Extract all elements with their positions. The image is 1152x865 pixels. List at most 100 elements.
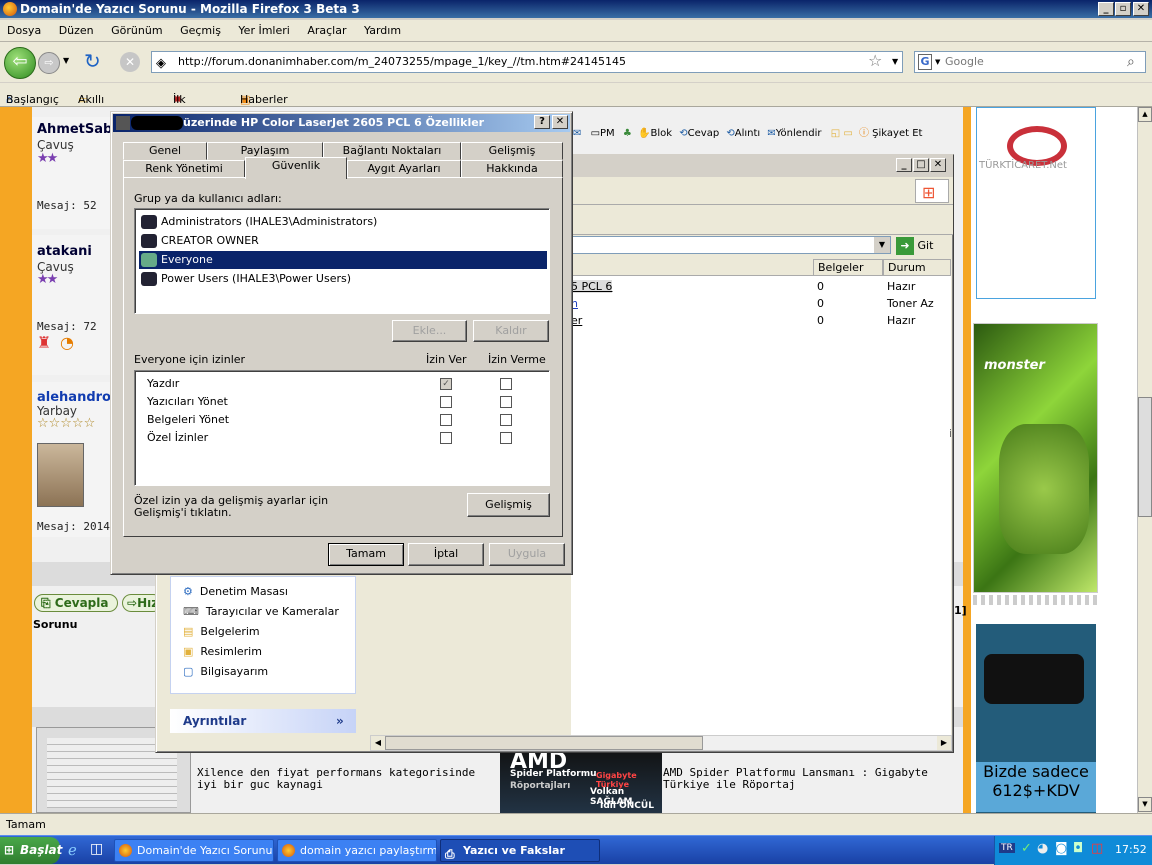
url-bar[interactable]: ◈ http://forum.donanimhaber.com/m_240732…: [151, 51, 903, 73]
taskbar-printers-active[interactable]: ⎙ Yazıcı ve Fakslar: [440, 839, 600, 862]
ie-icon[interactable]: ℯ: [68, 841, 77, 859]
dialog-close-button[interactable]: ✕: [552, 115, 568, 129]
user-list-item[interactable]: CREATOR OWNER: [139, 232, 547, 250]
help-button[interactable]: ?: [534, 115, 550, 129]
reload-icon[interactable]: ↻: [84, 49, 101, 73]
user-list-item[interactable]: Administrators (IHALE3\Administrators): [139, 213, 547, 231]
details-panel-header[interactable]: Ayrıntılar »: [170, 709, 356, 733]
scroll-up-arrow-icon[interactable]: ▲: [1138, 107, 1152, 122]
username-link[interactable]: alehandro: [37, 390, 111, 405]
clock[interactable]: 17:52: [1115, 843, 1147, 856]
close-button[interactable]: ✕: [1133, 2, 1149, 16]
quote-link[interactable]: ⟲Alıntı: [726, 128, 760, 139]
deny-print-checkbox[interactable]: [500, 378, 512, 390]
engine-dropdown-icon[interactable]: ▼: [935, 52, 940, 72]
menu-edit[interactable]: Düzen: [52, 20, 101, 42]
menu-view[interactable]: Görünüm: [104, 20, 169, 42]
google-engine-icon[interactable]: G: [918, 54, 932, 70]
pm-link[interactable]: ▭PM: [591, 128, 615, 139]
ad-projector[interactable]: Bizde sadece 612$+KDV: [976, 624, 1096, 813]
allow-print-checkbox[interactable]: ✓: [440, 378, 452, 390]
horizontal-scrollbar[interactable]: ◀ ▶: [370, 735, 952, 751]
printers-close-button[interactable]: ✕: [930, 158, 946, 172]
col-docs[interactable]: Belgeler: [813, 259, 883, 276]
page-scrollbar[interactable]: ▲ ▼: [1137, 107, 1152, 813]
username-link[interactable]: AhmetSab: [37, 122, 112, 137]
user-list-item[interactable]: Power Users (IHALE3\Power Users): [139, 270, 547, 288]
deny-manage-printers-checkbox[interactable]: [500, 396, 512, 408]
apply-button[interactable]: Uygula: [489, 543, 565, 566]
tab-advanced[interactable]: Gelişmiş: [461, 142, 563, 160]
printer-row-name[interactable]: 5 PCL 6: [571, 280, 613, 293]
scroll-right-arrow-icon[interactable]: ▶: [937, 736, 951, 750]
scroll-left-arrow-icon[interactable]: ◀: [371, 736, 385, 750]
search-input[interactable]: G ▼ Google ⌕: [914, 51, 1146, 73]
taskbar-firefox-2[interactable]: domain yazıcı paylaştırm...: [277, 839, 437, 862]
menu-tools[interactable]: Araçlar: [300, 20, 353, 42]
antivirus-icon[interactable]: ◫: [1091, 841, 1103, 856]
task-scanners[interactable]: ⌨ Tarayıcılar ve Kameralar: [183, 605, 339, 618]
scroll-down-arrow-icon[interactable]: ▼: [1138, 797, 1152, 812]
forward-arrow-icon[interactable]: ⇨: [38, 52, 60, 74]
maximize-button[interactable]: ▫: [1115, 2, 1131, 16]
ad-link-1[interactable]: Xilence den fiyat performans kategorisin…: [197, 767, 497, 791]
tab-general[interactable]: Genel: [123, 142, 207, 160]
ok-button[interactable]: Tamam: [328, 543, 404, 566]
tab-device-settings[interactable]: Aygıt Ayarları: [347, 160, 461, 178]
username-link[interactable]: atakani: [37, 244, 92, 259]
printers-minimize-button[interactable]: _: [896, 158, 912, 172]
user-list[interactable]: Administrators (IHALE3\Administrators) C…: [134, 208, 550, 314]
block-link[interactable]: ✋Blok: [638, 128, 672, 139]
report-link[interactable]: ⓘ Şikayet Et: [859, 128, 922, 139]
task-my-documents[interactable]: ▤ Belgelerim: [183, 625, 260, 638]
chevron-down-icon[interactable]: »: [336, 709, 344, 733]
taskbar-firefox-1[interactable]: Domain'de Yazıcı Sorunu ...: [114, 839, 274, 862]
deny-special-checkbox[interactable]: [500, 432, 512, 444]
minimize-button[interactable]: _: [1098, 2, 1114, 16]
history-dropdown-icon[interactable]: ▼: [63, 56, 69, 65]
advanced-button[interactable]: Gelişmiş: [467, 493, 550, 517]
magnifier-icon[interactable]: ⌕: [1127, 52, 1135, 72]
col-name[interactable]: [571, 259, 813, 276]
url-dropdown-icon[interactable]: ▼: [892, 52, 898, 72]
hscroll-thumb[interactable]: [385, 736, 703, 750]
shield-icon[interactable]: ✓: [1021, 841, 1032, 856]
task-control-panel[interactable]: ⚙ Denetim Masası: [183, 585, 288, 598]
forward-link[interactable]: ✉Yönlendir: [767, 128, 821, 139]
volume-icon[interactable]: ◘: [1073, 841, 1083, 856]
star-icon[interactable]: ☆: [868, 51, 882, 71]
task-my-computer[interactable]: ▢ Bilgisayarım: [183, 665, 268, 678]
stop-icon[interactable]: ✕: [120, 52, 140, 72]
user-list-item-selected[interactable]: Everyone: [139, 251, 547, 269]
ad-monster[interactable]: monster: [973, 323, 1098, 593]
menu-file[interactable]: Dosya: [0, 20, 48, 42]
cancel-button[interactable]: İptal: [408, 543, 484, 566]
ad-link-2[interactable]: AMD Spider Platformu Lansmanı : Gigabyte…: [663, 767, 958, 791]
scroll-thumb[interactable]: [1138, 397, 1152, 517]
show-desktop-icon[interactable]: ◫: [90, 841, 103, 857]
amd-image[interactable]: AMD Spider Platformu Röportajları Gigaby…: [500, 747, 662, 813]
app-tray-icon[interactable]: ◙: [1055, 841, 1068, 856]
allow-special-checkbox[interactable]: [440, 432, 452, 444]
tab-about[interactable]: Hakkında: [461, 160, 563, 178]
menu-history[interactable]: Geçmiş: [173, 20, 228, 42]
start-button[interactable]: ⊞ Başlat: [0, 837, 62, 864]
printers-maximize-button[interactable]: □: [913, 158, 929, 172]
deny-manage-docs-checkbox[interactable]: [500, 414, 512, 426]
allow-manage-printers-checkbox[interactable]: [440, 396, 452, 408]
add-button[interactable]: Ekle...: [392, 320, 467, 342]
menu-help[interactable]: Yardım: [357, 20, 408, 42]
tab-security[interactable]: Güvenlik: [245, 157, 347, 179]
back-arrow-icon[interactable]: ⇦: [4, 47, 36, 79]
task-my-pictures[interactable]: ▣ Resimlerim: [183, 645, 262, 658]
go-button[interactable]: ➜ Git: [896, 236, 946, 256]
address-input[interactable]: ▼: [571, 236, 891, 254]
tab-color-management[interactable]: Renk Yönetimi: [123, 160, 245, 178]
ad-turkticaret[interactable]: TÜRKTİCARET.Net: [976, 107, 1096, 299]
remove-button[interactable]: Kaldır: [473, 320, 549, 342]
allow-manage-docs-checkbox[interactable]: [440, 414, 452, 426]
language-indicator[interactable]: TR: [999, 843, 1015, 853]
menu-bookmarks[interactable]: Yer İmleri: [231, 20, 296, 42]
col-status[interactable]: Durum: [883, 259, 951, 276]
site-identity-icon[interactable]: ◈: [156, 54, 166, 74]
